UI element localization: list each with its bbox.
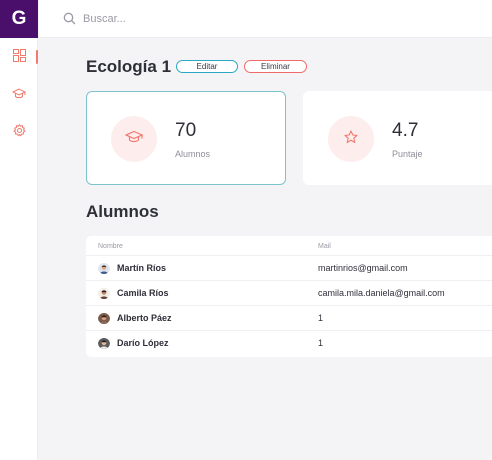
student-name: Martín Ríos: [117, 263, 167, 273]
avatar: [98, 312, 110, 324]
search-icon: [63, 12, 77, 26]
logo-letter: G: [11, 8, 27, 29]
avatar: [98, 337, 110, 349]
app-logo[interactable]: G: [0, 0, 38, 38]
student-mail: martinrios@gmail.com: [318, 263, 408, 273]
column-header-name[interactable]: Nombre: [98, 243, 123, 250]
table-row[interactable]: Alberto Páez 1: [86, 305, 492, 330]
edit-button[interactable]: Editar: [176, 60, 238, 73]
stat-label: Puntaje: [392, 149, 423, 159]
sidebar: G: [0, 0, 38, 460]
table-row[interactable]: Camila Ríos camila.mila.daniela@gmail.co…: [86, 280, 492, 305]
stat-card-rating[interactable]: 4.7 Puntaje: [303, 91, 492, 185]
gear-icon: [12, 123, 26, 142]
students-table: Nombre Mail Martín Ríos martinrios@gmail…: [86, 236, 492, 357]
stat-icon-circle: [111, 116, 157, 162]
avatar: [98, 287, 110, 299]
stat-card-students[interactable]: 70 Alumnos: [86, 91, 286, 185]
nav-item-dashboard[interactable]: [0, 48, 38, 68]
avatar: [98, 262, 110, 274]
student-name: Camila Ríos: [117, 288, 169, 298]
dashboard-grid-icon: [12, 49, 26, 67]
nav-item-courses[interactable]: [0, 86, 38, 106]
section-title-students: Alumnos: [86, 202, 159, 221]
search-input[interactable]: [83, 12, 383, 25]
table-row[interactable]: Darío López 1: [86, 330, 492, 355]
stat-value: 4.7: [392, 120, 419, 141]
nav-item-settings[interactable]: [0, 123, 38, 143]
table-row[interactable]: Martín Ríos martinrios@gmail.com: [86, 255, 492, 280]
star-icon: [344, 129, 358, 149]
delete-button[interactable]: Eliminar: [244, 60, 307, 73]
topbar: [39, 0, 492, 38]
student-name: Darío López: [117, 338, 169, 348]
student-mail: 1: [318, 338, 324, 348]
graduation-cap-icon: [11, 87, 27, 105]
stat-icon-circle: [328, 116, 374, 162]
student-name: Alberto Páez: [117, 313, 172, 323]
page-title: Ecología 1: [86, 57, 172, 76]
student-mail: 1: [318, 313, 324, 323]
stat-value: 70: [175, 120, 197, 141]
column-header-mail[interactable]: Mail: [318, 243, 331, 250]
graduation-cap-icon: [124, 130, 144, 149]
student-mail: camila.mila.daniela@gmail.com: [318, 288, 445, 298]
stat-label: Alumnos: [175, 149, 211, 159]
